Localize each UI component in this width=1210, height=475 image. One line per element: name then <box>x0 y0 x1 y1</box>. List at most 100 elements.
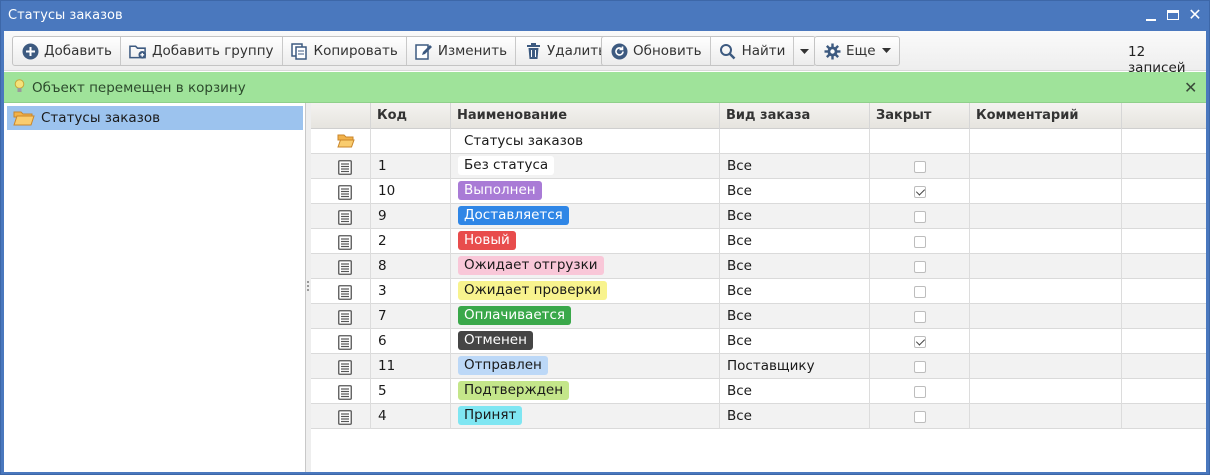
row-type-cell: Все <box>720 229 870 254</box>
tree-item-root[interactable]: Статусы заказов <box>7 106 303 130</box>
table-row[interactable]: 10 Выполнен Все <box>311 179 1206 204</box>
chevron-down-icon <box>881 48 891 54</box>
table-row[interactable]: 6 Отменен Все <box>311 329 1206 354</box>
row-name-cell: Ожидает проверки <box>451 279 720 304</box>
status-badge: Принят <box>458 405 523 425</box>
closed-checkbox[interactable] <box>914 261 926 273</box>
row-comment-cell <box>970 379 1122 404</box>
row-icon-cell <box>311 204 371 229</box>
row-code-cell: 5 <box>371 379 451 404</box>
tree-item-label: Статусы заказов <box>41 110 161 126</box>
row-code-cell: 1 <box>371 154 451 179</box>
row-closed-cell <box>870 179 970 204</box>
row-comment-cell <box>970 154 1122 179</box>
row-icon-cell <box>311 154 371 179</box>
row-code-cell: 3 <box>371 279 451 304</box>
folder-row[interactable]: Статусы заказов <box>311 129 1206 154</box>
table-row[interactable]: 2 Новый Все <box>311 229 1206 254</box>
row-closed-cell <box>870 329 970 354</box>
refresh-icon <box>610 42 628 60</box>
closed-checkbox[interactable] <box>914 161 926 173</box>
row-type-cell: Поставщику <box>720 354 870 379</box>
column-header-closed[interactable]: Закрыт <box>870 103 970 129</box>
column-header-order-type[interactable]: Вид заказа <box>720 103 870 129</box>
table-row[interactable]: 1 Без статуса Все <box>311 154 1206 179</box>
find-dropdown-button[interactable] <box>794 37 815 65</box>
title-bar[interactable]: Статусы заказов ✕ <box>1 1 1209 31</box>
refresh-button[interactable]: Обновить <box>602 37 711 65</box>
table-row[interactable]: 11 Отправлен Поставщику <box>311 354 1206 379</box>
table-row[interactable]: 9 Доставляется Все <box>311 204 1206 229</box>
edit-button-label: Изменить <box>437 43 508 59</box>
notification-message: Объект перемещен в корзину <box>32 80 246 96</box>
column-header-code[interactable]: Код <box>371 103 451 129</box>
row-closed-cell <box>870 204 970 229</box>
edit-icon <box>415 42 433 60</box>
maximize-button[interactable] <box>1165 7 1181 23</box>
row-icon-cell <box>311 129 371 154</box>
splitter-grip-icon <box>307 281 309 291</box>
row-closed-cell <box>870 254 970 279</box>
row-closed-cell <box>870 379 970 404</box>
table-row[interactable]: 3 Ожидает проверки Все <box>311 279 1206 304</box>
closed-checkbox[interactable] <box>914 336 926 348</box>
edit-button[interactable]: Изменить <box>407 37 517 65</box>
row-type-cell: Все <box>720 404 870 429</box>
row-name-cell: Новый <box>451 229 720 254</box>
closed-checkbox[interactable] <box>914 286 926 298</box>
status-badge: Без статуса <box>458 155 555 175</box>
more-button-group: Еще <box>814 36 900 66</box>
row-closed-cell <box>870 354 970 379</box>
table-row[interactable]: 4 Принят Все <box>311 404 1206 429</box>
column-header-name[interactable]: Наименование <box>451 103 720 129</box>
status-badge: Оплачивается <box>458 305 572 325</box>
row-type-cell: Все <box>720 204 870 229</box>
copy-button[interactable]: Копировать <box>283 37 407 65</box>
closed-checkbox[interactable] <box>914 386 926 398</box>
add-group-button[interactable]: Добавить группу <box>121 37 283 65</box>
closed-checkbox[interactable] <box>914 311 926 323</box>
row-comment-cell <box>970 404 1122 429</box>
row-comment-cell <box>970 279 1122 304</box>
minimize-button[interactable] <box>1143 7 1159 23</box>
find-button[interactable]: Найти <box>711 37 795 65</box>
delete-button-label: Удалить <box>547 43 607 59</box>
table-row[interactable]: 7 Оплачивается Все <box>311 304 1206 329</box>
row-code-cell: 7 <box>371 304 451 329</box>
closed-checkbox[interactable] <box>914 211 926 223</box>
table-row[interactable]: 8 Ожидает отгрузки Все <box>311 254 1206 279</box>
row-closed-cell <box>870 154 970 179</box>
row-name-cell: Принят <box>451 404 720 429</box>
more-button[interactable]: Еще <box>815 37 899 65</box>
add-button[interactable]: Добавить <box>13 37 121 65</box>
data-grid: Код Наименование Вид заказа Закрыт Комме… <box>311 103 1206 472</box>
closed-checkbox[interactable] <box>914 186 926 198</box>
edit-button-group: Добавить Добавить группу Копировать Изме… <box>12 36 616 66</box>
row-closed-cell <box>870 304 970 329</box>
row-closed-cell <box>870 279 970 304</box>
close-notification-button[interactable]: ✕ <box>1184 78 1197 97</box>
row-name-cell: Отменен <box>451 329 720 354</box>
closed-checkbox[interactable] <box>914 236 926 248</box>
delete-button[interactable]: Удалить <box>516 37 614 65</box>
row-code-cell: 11 <box>371 354 451 379</box>
row-comment-cell <box>970 204 1122 229</box>
column-header-comment[interactable]: Комментарий <box>970 103 1122 129</box>
row-name-cell: Без статуса <box>451 154 720 179</box>
row-type-cell: Все <box>720 329 870 354</box>
gear-icon <box>823 42 841 60</box>
window-title: Статусы заказов <box>8 8 123 23</box>
status-badge: Новый <box>458 230 516 250</box>
status-badge: Выполнен <box>458 180 542 200</box>
row-comment-cell <box>970 354 1122 379</box>
closed-checkbox[interactable] <box>914 411 926 423</box>
column-header-icon <box>311 103 371 129</box>
closed-checkbox[interactable] <box>914 361 926 373</box>
row-comment-cell <box>970 254 1122 279</box>
table-row[interactable]: 5 Подтвержден Все <box>311 379 1206 404</box>
row-name-cell: Выполнен <box>451 179 720 204</box>
status-badge: Отправлен <box>458 355 548 375</box>
row-comment-cell <box>970 179 1122 204</box>
close-window-button[interactable]: ✕ <box>1187 7 1203 23</box>
status-badge: Отменен <box>458 330 533 350</box>
